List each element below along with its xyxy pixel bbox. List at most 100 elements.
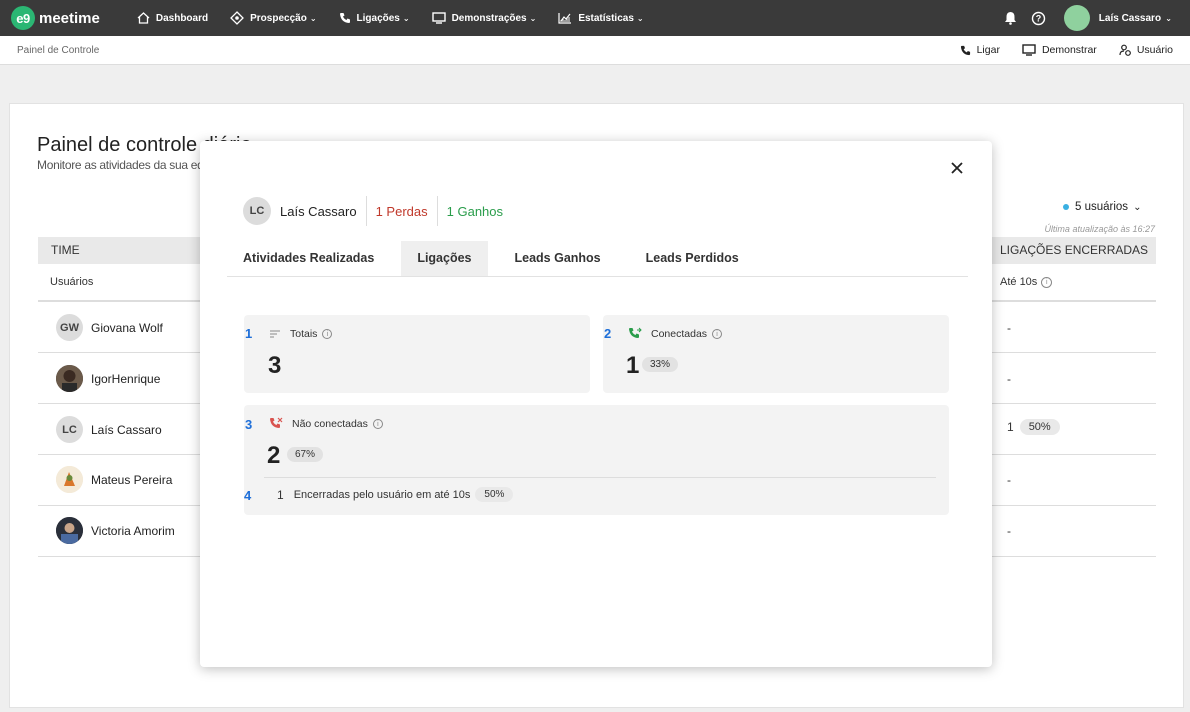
percent-badge: 50% — [1019, 419, 1060, 435]
totals-value: 3 — [268, 352, 282, 379]
table-cell: - — [1007, 372, 1011, 386]
table-row[interactable]: IgorHenrique — [56, 365, 160, 392]
add-user-button[interactable]: Usuário — [1119, 44, 1173, 56]
last-update: Última atualização às 16:27 — [1044, 224, 1155, 234]
until-10s-header: Até 10s i — [1000, 276, 1053, 288]
user-plus-icon — [1119, 44, 1131, 56]
table-row[interactable]: LC Laís Cassaro — [56, 416, 162, 443]
chevron-down-icon: ⌄ — [636, 13, 644, 23]
info-icon[interactable]: i — [322, 329, 333, 339]
list-icon — [269, 329, 281, 339]
table-cell: 1 50% — [1007, 419, 1060, 435]
logo[interactable]: e9 meetime — [11, 6, 100, 30]
percent-badge: 50% — [475, 487, 514, 502]
info-icon[interactable]: i — [1041, 276, 1053, 288]
table-row[interactable]: Mateus Pereira — [56, 466, 172, 493]
divider — [992, 300, 1156, 302]
chevron-down-icon: ⌄ — [309, 13, 317, 23]
not-connected-label: Não conectadas — [292, 418, 368, 430]
not-connected-title: Não conectadas i — [269, 417, 383, 431]
logo-badge: e9 — [11, 6, 35, 30]
nav-ligacoes[interactable]: Ligações ⌄ — [339, 12, 410, 24]
svg-text:?: ? — [1036, 13, 1042, 23]
ended-calls-row: 1 Encerradas pelo usuário em até 10s 50% — [277, 487, 514, 502]
subbar: Painel de Controle Ligar Demonstrar Usuá… — [0, 36, 1190, 65]
monitor-icon — [431, 12, 446, 24]
table-cell: - — [1007, 321, 1011, 335]
divider — [38, 454, 208, 455]
breadcrumb: Painel de Controle — [17, 44, 100, 56]
avatar — [56, 365, 83, 392]
divider — [38, 505, 208, 506]
nav-estatisticas-label: Estatísticas — [578, 12, 634, 24]
user-menu[interactable]: Laís Cassaro ⌄ — [1099, 13, 1172, 24]
ended-count: 1 — [277, 487, 284, 502]
chevron-down-icon: ⌄ — [402, 13, 410, 23]
users-filter-label: 5 usuários — [1075, 201, 1129, 213]
chevron-down-icon: ⌄ — [1163, 13, 1172, 23]
nav-demonstracoes-label: Demonstrações — [451, 12, 527, 24]
tab-atividades-realizadas[interactable]: Atividades Realizadas — [227, 241, 390, 276]
table-row[interactable]: GW Giovana Wolf — [56, 314, 163, 341]
connected-label: Conectadas — [651, 328, 708, 340]
user-name: Laís Cassaro — [1098, 12, 1162, 24]
nav-prospeccao[interactable]: Prospecção ⌄ — [230, 11, 317, 25]
avatar — [56, 517, 83, 544]
totals-label: Totais — [290, 328, 318, 340]
ended-calls-header: LIGAÇÕES ENCERRADAS — [992, 237, 1156, 264]
user-avatar[interactable] — [1063, 5, 1090, 31]
users-filter-dropdown[interactable]: 5 usuários ⌄ — [1063, 201, 1141, 213]
demonstrate-button[interactable]: Demonstrar — [1022, 44, 1097, 56]
percent-badge: 67% — [287, 447, 324, 462]
info-icon[interactable]: i — [372, 419, 383, 429]
nav-demonstracoes[interactable]: Demonstrações ⌄ — [431, 12, 536, 24]
team-header: TIME — [38, 237, 208, 264]
phone-missed-icon — [269, 417, 283, 431]
nav-dashboard-label: Dashboard — [155, 12, 209, 24]
connected-value: 1 — [626, 352, 640, 379]
help-icon[interactable]: ? — [1031, 11, 1046, 26]
page-subtitle: Monitore as atividades da sua equipe — [37, 158, 225, 172]
user-name: Laís Cassaro — [91, 422, 162, 437]
modal-user-name: Laís Cassaro — [280, 203, 357, 219]
divider — [992, 505, 1156, 506]
nav-dashboard[interactable]: Dashboard — [137, 12, 208, 24]
info-icon[interactable]: i — [712, 329, 723, 339]
nav-ligacoes-label: Ligações — [356, 12, 400, 24]
tab-ligacoes[interactable]: Ligações — [401, 241, 488, 276]
tab-leads-perdidos[interactable]: Leads Perdidos — [630, 241, 755, 276]
not-connected-card: 3 Não conectadas i 2 67% 4 1 Encerradas … — [244, 405, 949, 515]
avatar — [56, 466, 83, 493]
avatar: GW — [56, 314, 83, 341]
chevron-down-icon: ⌄ — [1133, 201, 1142, 213]
modal-user-header: LC Laís Cassaro 1 Perdas 1 Ganhos — [243, 196, 503, 226]
chart-icon — [558, 12, 572, 24]
nav-estatisticas[interactable]: Estatísticas ⌄ — [558, 12, 644, 24]
nav-right: ? Laís Cassaro ⌄ — [990, 5, 1172, 31]
divider — [264, 477, 936, 478]
phone-connected-icon — [628, 327, 642, 341]
quick-actions: Ligar Demonstrar Usuário — [938, 44, 1173, 56]
divider — [992, 556, 1156, 557]
close-icon[interactable] — [948, 159, 966, 177]
avatar: LC — [243, 197, 271, 225]
monitor-icon — [1022, 44, 1036, 56]
step-number: 3 — [245, 417, 253, 432]
divider — [992, 403, 1156, 404]
totals-card: 1 Totais i 3 — [244, 315, 590, 393]
gains-count: 1 Ganhos — [446, 203, 504, 219]
totals-title: Totais i — [269, 328, 333, 340]
call-button[interactable]: Ligar — [960, 44, 1000, 56]
table-row[interactable]: Victoria Amorim — [56, 517, 175, 544]
bell-icon[interactable] — [1004, 11, 1017, 25]
avatar: LC — [56, 416, 83, 443]
user-name: Mateus Pereira — [91, 472, 173, 487]
users-column-header: Usuários — [50, 276, 94, 288]
user-name: IgorHenrique — [91, 371, 161, 386]
tab-leads-ganhos[interactable]: Leads Ganhos — [499, 241, 617, 276]
ended-label: Encerradas pelo usuário em até 10s — [293, 488, 471, 501]
phone-icon — [339, 12, 351, 24]
user-detail-modal: LC Laís Cassaro 1 Perdas 1 Ganhos Ativid… — [200, 141, 992, 667]
step-number: 4 — [244, 488, 252, 503]
losses-count: 1 Perdas — [375, 203, 428, 219]
